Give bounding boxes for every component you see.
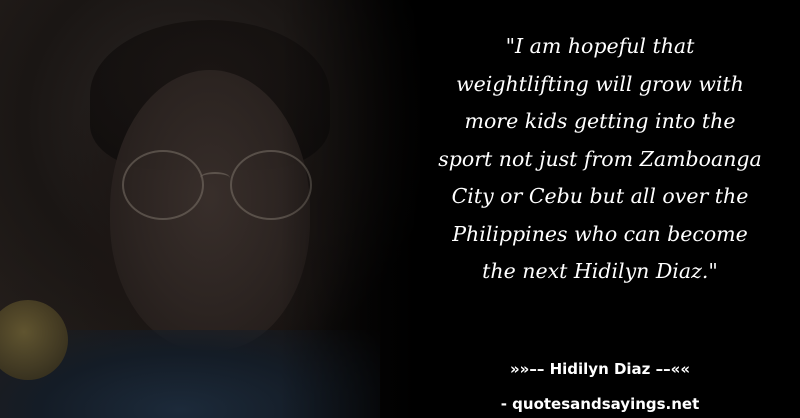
source-website: - quotesandsayings.net — [500, 395, 700, 413]
quote-line: more kids getting into the — [464, 109, 736, 133]
quote-line: Philippines who can become — [452, 221, 748, 246]
quote-line: the next Hidilyn Diaz." — [482, 259, 718, 283]
quote-line: "I am hopeful that — [505, 34, 695, 58]
quote-author: »»–– Hidilyn Diaz ––«« — [509, 360, 691, 378]
quote-text: "I am hopeful that weightlifting will gr… — [420, 28, 780, 291]
quote-line: City or Cebu but all over the — [451, 184, 749, 208]
quote-line: sport not just from Zamboanga — [438, 146, 762, 171]
quote-line: weightlifting will grow with — [456, 71, 744, 96]
quote-card: "I am hopeful that weightlifting will gr… — [0, 0, 800, 418]
